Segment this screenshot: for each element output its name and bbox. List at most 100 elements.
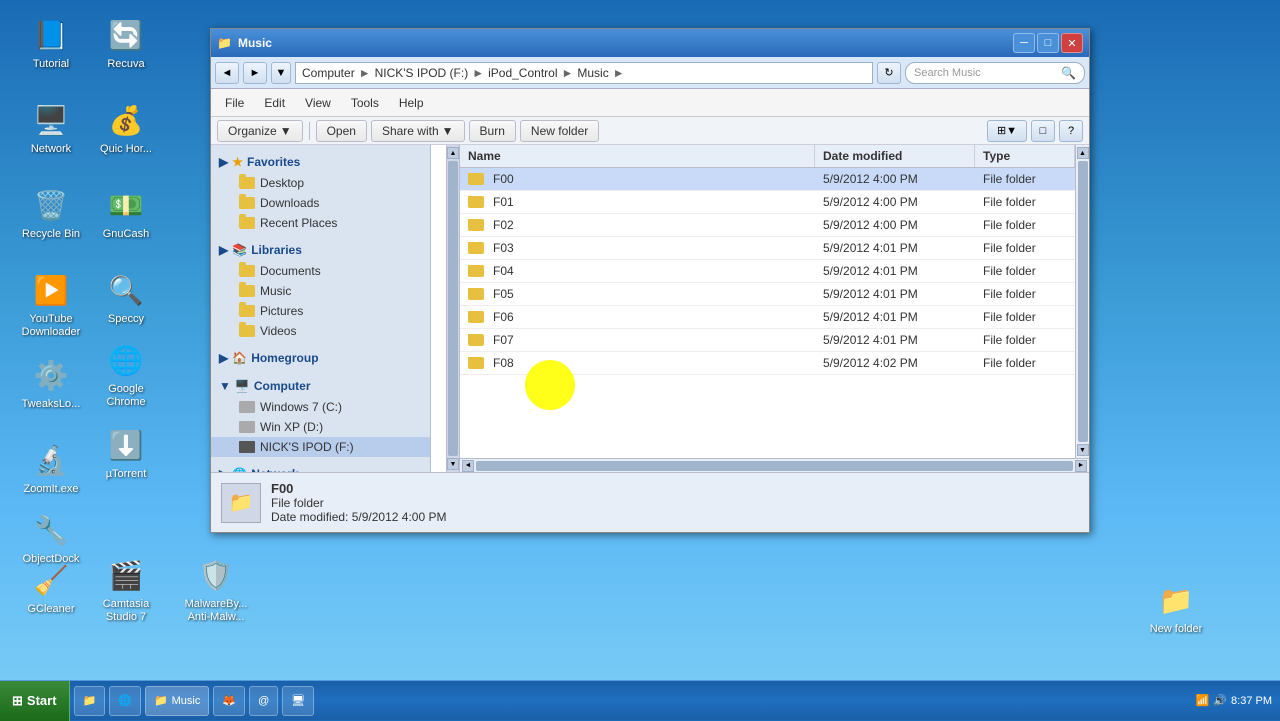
file-type-cell: File folder <box>975 352 1075 374</box>
menu-tools[interactable]: Tools <box>343 93 387 113</box>
sidebar-homegroup-header[interactable]: ▶ 🏠 Homegroup <box>211 347 430 369</box>
taskbar-remote-btn[interactable]: 🖥 <box>282 686 314 716</box>
menu-help[interactable]: Help <box>391 93 432 113</box>
desktop-icon-speccy[interactable]: 🔍 Speccy <box>90 270 162 326</box>
newfolder-label: New folder <box>1150 623 1203 636</box>
zoomit-icon: 🔬 <box>31 440 71 480</box>
filelist-scrollbar-thumb[interactable] <box>1078 161 1088 442</box>
search-box[interactable]: Search Music 🔍 <box>905 62 1085 84</box>
sidebar-scroll-up[interactable]: ▲ <box>447 147 459 159</box>
address-path[interactable]: Computer ► NICK'S IPOD (F:) ► iPod_Contr… <box>295 62 873 84</box>
table-row[interactable]: F005/9/2012 4:00 PMFile folder <box>460 168 1075 191</box>
sidebar-item-downloads[interactable]: Downloads <box>211 193 430 213</box>
desktop-icon-recuva[interactable]: 🔄 Recuva <box>90 15 162 71</box>
videos-icon <box>239 325 255 337</box>
h-scroll-right[interactable]: ► <box>1075 460 1087 472</box>
table-row[interactable]: F035/9/2012 4:01 PMFile folder <box>460 237 1075 260</box>
newfolder-button[interactable]: New folder <box>520 120 599 142</box>
desktop-icon-chrome[interactable]: 🌐 Google Chrome <box>90 340 162 409</box>
sidebar-item-pictures[interactable]: Pictures <box>211 301 430 321</box>
sidebar-item-d-drive[interactable]: Win XP (D:) <box>211 417 430 437</box>
filelist-scroll-down[interactable]: ▼ <box>1077 444 1089 456</box>
desktop-folder-icon <box>239 177 255 189</box>
back-button[interactable]: ◄ <box>215 62 239 84</box>
desktop-icon-gnucash[interactable]: 💵 GnuCash <box>90 185 162 241</box>
file-folder-icon <box>468 357 484 369</box>
taskbar-time[interactable]: 8:37 PM <box>1231 695 1272 707</box>
desktop-icon-zoomit[interactable]: 🔬 ZoomIt.exe <box>15 440 87 496</box>
sidebar-item-music[interactable]: Music <box>211 281 430 301</box>
open-button[interactable]: Open <box>316 120 367 142</box>
desktop-icon-tweaks[interactable]: ⚙️ TweaksLo... <box>15 355 87 411</box>
filelist-scroll-up[interactable]: ▲ <box>1077 147 1089 159</box>
path-computer[interactable]: Computer <box>302 66 355 80</box>
desktop-icon-tutorial[interactable]: 📘 Tutorial <box>15 15 87 71</box>
sidebar-libraries-header[interactable]: ▶ 📚 Libraries <box>211 239 430 261</box>
desktop-icon-recycle[interactable]: 🗑️ Recycle Bin <box>15 185 87 241</box>
table-row[interactable]: F015/9/2012 4:00 PMFile folder <box>460 191 1075 214</box>
organize-button[interactable]: Organize ▼ <box>217 120 303 142</box>
h-scrollbar-thumb[interactable] <box>476 461 1073 471</box>
f-drive-icon <box>239 441 255 453</box>
table-row[interactable]: F075/9/2012 4:01 PMFile folder <box>460 329 1075 352</box>
desktop-icon-gcleaner[interactable]: 🧹 GCleaner <box>15 560 87 616</box>
sidebar-item-c-drive[interactable]: Windows 7 (C:) <box>211 397 430 417</box>
desktop-icon-malware[interactable]: 🛡️ MalwareBy... Anti-Malw... <box>180 555 252 624</box>
up-button[interactable]: ▼ <box>271 62 291 84</box>
burn-label: Burn <box>480 124 505 138</box>
col-header-name[interactable]: Name <box>460 145 815 167</box>
path-ipod[interactable]: NICK'S IPOD (F:) <box>375 66 469 80</box>
desktop-icon-network[interactable]: 🖥️ Network <box>15 100 87 156</box>
sidebar-favorites-header[interactable]: ▶ ★ Favorites <box>211 151 430 173</box>
h-scroll-left[interactable]: ◄ <box>462 460 474 472</box>
sidebar-scroll-down[interactable]: ▼ <box>447 458 459 470</box>
burn-button[interactable]: Burn <box>469 120 516 142</box>
preview-button[interactable]: □ <box>1031 120 1055 142</box>
file-name-cell: F05 <box>460 283 815 305</box>
share-button[interactable]: Share with ▼ <box>371 120 465 142</box>
sidebar-scrollbar-thumb[interactable] <box>448 161 458 456</box>
refresh-button[interactable]: ↻ <box>877 62 901 84</box>
table-row[interactable]: F065/9/2012 4:01 PMFile folder <box>460 306 1075 329</box>
sidebar-item-recent[interactable]: Recent Places <box>211 213 430 233</box>
minimize-button[interactable]: ─ <box>1013 33 1035 53</box>
desktop-icon-newfolder[interactable]: 📁 New folder <box>1140 580 1212 636</box>
view-toggle-button[interactable]: ⊞▼ <box>987 120 1027 142</box>
recycle-label: Recycle Bin <box>22 228 80 241</box>
table-row[interactable]: F055/9/2012 4:01 PMFile folder <box>460 283 1075 306</box>
forward-button[interactable]: ► <box>243 62 267 84</box>
close-button[interactable]: ✕ <box>1061 33 1083 53</box>
menu-file[interactable]: File <box>217 93 252 113</box>
taskbar-ie-btn[interactable]: 🌐 <box>109 686 141 716</box>
start-button[interactable]: ⊞ Start <box>0 681 70 721</box>
libraries-arrow: ▶ <box>219 243 228 257</box>
path-music[interactable]: Music <box>577 66 608 80</box>
path-control[interactable]: iPod_Control <box>488 66 557 80</box>
sidebar-item-desktop[interactable]: Desktop <box>211 173 430 193</box>
file-date-cell: 5/9/2012 4:01 PM <box>815 329 975 351</box>
sidebar-item-f-drive[interactable]: NICK'S IPOD (F:) <box>211 437 430 457</box>
sidebar-network-header[interactable]: ▶ 🌐 Network <box>211 463 430 472</box>
taskbar-active-window[interactable]: 📁 Music <box>145 686 209 716</box>
menu-view[interactable]: View <box>297 93 339 113</box>
table-row[interactable]: F025/9/2012 4:00 PMFile folder <box>460 214 1075 237</box>
sidebar-computer-header[interactable]: ▼ 🖥️ Computer <box>211 375 430 397</box>
desktop-icon-quicken[interactable]: 💰 Quic Hor... <box>90 100 162 156</box>
col-header-type[interactable]: Type <box>975 145 1075 167</box>
taskbar-email-btn[interactable]: @ <box>249 686 278 716</box>
sidebar-item-documents[interactable]: Documents <box>211 261 430 281</box>
desktop-icon-utorrent[interactable]: ⬇️ µTorrent <box>90 425 162 481</box>
desktop-icon-youtube[interactable]: ▶️ YouTube Downloader <box>15 270 87 339</box>
taskbar-explorer-btn[interactable]: 📁 <box>74 686 106 716</box>
sidebar-item-videos[interactable]: Videos <box>211 321 430 341</box>
desktop-icon-camtasia[interactable]: 🎬 Camtasia Studio 7 <box>90 555 162 624</box>
help-button[interactable]: ? <box>1059 120 1083 142</box>
maximize-button[interactable]: □ <box>1037 33 1059 53</box>
file-date-cell: 5/9/2012 4:01 PM <box>815 260 975 282</box>
table-row[interactable]: F085/9/2012 4:02 PMFile folder <box>460 352 1075 375</box>
table-row[interactable]: F045/9/2012 4:01 PMFile folder <box>460 260 1075 283</box>
taskbar-firefox-btn[interactable]: 🦊 <box>213 686 245 716</box>
col-header-date[interactable]: Date modified <box>815 145 975 167</box>
desktop-icon-objectdock[interactable]: 🔧 ObjectDock <box>15 510 87 566</box>
menu-edit[interactable]: Edit <box>256 93 293 113</box>
